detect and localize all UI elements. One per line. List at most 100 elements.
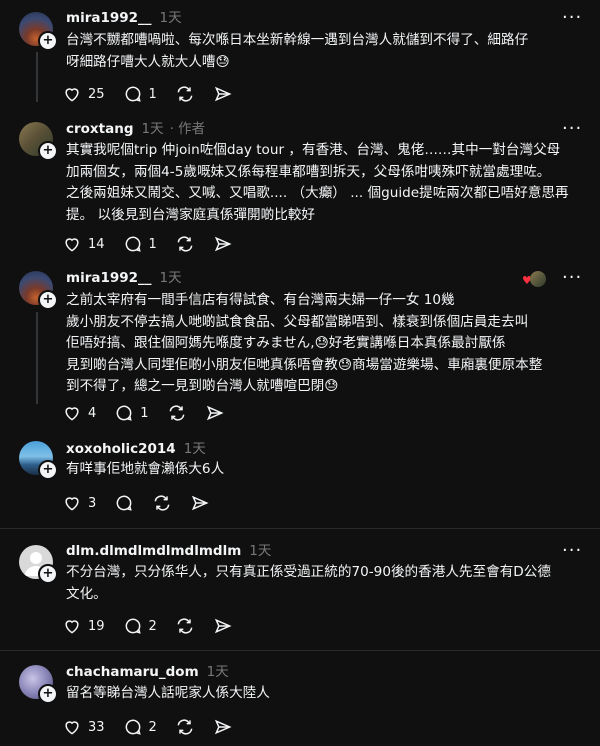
reply-button[interactable] <box>114 493 134 513</box>
liked-by-author-avatars: ♥ <box>522 271 546 289</box>
reply-button[interactable]: 1 <box>123 84 157 104</box>
share-icon <box>192 495 209 511</box>
like-button[interactable]: 14 <box>62 234 105 254</box>
repost-button[interactable] <box>175 717 195 737</box>
post-header: mira1992__ 1天 <box>66 9 182 27</box>
more-icon[interactable]: ··· <box>562 269 581 287</box>
repost-button[interactable] <box>175 234 195 254</box>
like-count: 3 <box>88 495 97 511</box>
reply-count: 1 <box>148 236 157 252</box>
repost-icon <box>177 86 193 102</box>
repost-icon <box>177 618 193 634</box>
author-tag: · 作者 <box>169 121 206 137</box>
repost-icon <box>154 495 170 511</box>
divider <box>0 528 600 529</box>
post-text: 留名等睇台灣人話呢家人係大陸人 <box>66 685 270 701</box>
post-actions: 19 2 <box>62 615 251 637</box>
like-count: 25 <box>88 86 105 102</box>
repost-icon <box>177 236 193 252</box>
post-actions: 3 <box>62 492 228 514</box>
like-button[interactable]: 19 <box>62 616 105 636</box>
reply-button[interactable]: 2 <box>123 616 157 636</box>
timestamp: 1天 <box>159 10 182 26</box>
share-icon <box>206 405 224 421</box>
share-icon <box>214 719 232 735</box>
heart-icon <box>65 721 79 735</box>
timestamp: 1天 <box>183 441 206 457</box>
username[interactable]: chachamaru_dom <box>66 664 199 680</box>
thread-line <box>36 52 38 102</box>
reply-button[interactable]: 1 <box>123 234 157 254</box>
reply-count: 1 <box>148 86 157 102</box>
follow-plus-icon[interactable]: + <box>38 460 58 480</box>
heart-icon <box>65 407 79 421</box>
heart-icon <box>65 238 79 252</box>
post-text: 其實我呢個trip 仲join咗個day tour ，有香港、台灣、鬼佬……其中… <box>66 142 569 223</box>
post-header: dlm.dlmdlmdlmdlmdlm 1天 <box>66 542 271 560</box>
username[interactable]: xoxoholic2014 <box>66 441 176 457</box>
share-icon <box>214 618 232 634</box>
username[interactable]: mira1992__ <box>66 270 152 286</box>
share-button[interactable] <box>213 84 233 104</box>
thread-line <box>36 312 38 404</box>
follow-plus-icon[interactable]: + <box>38 141 58 161</box>
timestamp: 1天 <box>159 270 182 286</box>
follow-plus-icon[interactable]: + <box>38 564 58 584</box>
comment-icon <box>125 86 141 102</box>
like-count: 14 <box>88 236 105 252</box>
post-text: 之前太宰府有一間手信店有得試食、有台灣兩夫婦一仔一女 10幾 歲小朋友不停去搞人… <box>66 292 543 394</box>
like-button[interactable]: 4 <box>62 403 96 423</box>
follow-plus-icon[interactable]: + <box>38 290 58 310</box>
comment-icon <box>125 618 141 634</box>
post-header: xoxoholic2014 1天 <box>66 440 206 458</box>
more-icon[interactable]: ··· <box>562 120 581 138</box>
repost-button[interactable] <box>175 84 195 104</box>
follow-plus-icon[interactable]: + <box>38 684 58 704</box>
post-actions: 4 1 <box>62 402 243 424</box>
share-icon <box>214 236 232 252</box>
reply-button[interactable]: 1 <box>114 403 149 423</box>
like-button[interactable]: 25 <box>62 84 105 104</box>
comment-icon <box>116 405 132 421</box>
like-count: 19 <box>88 618 105 634</box>
share-icon <box>214 86 232 102</box>
heart-icon <box>65 620 79 634</box>
username[interactable]: dlm.dlmdlmdlmdlmdlm <box>66 543 241 559</box>
comment-icon <box>125 719 141 735</box>
author-avatar-small <box>530 271 546 287</box>
post-header: croxtang 1天 · 作者 <box>66 120 205 138</box>
timestamp: 1天 <box>141 121 164 137</box>
reply-button[interactable]: 2 <box>123 717 157 737</box>
post-text: 不分台灣，只分係华人，只有真正係受過正統的70-90後的香港人先至會有D公德 文… <box>66 564 551 602</box>
post-actions: 33 2 <box>62 716 251 738</box>
share-button[interactable] <box>213 616 233 636</box>
post-text: 台灣不嬲都嘈喎啦、每次喺日本坐新幹線一遇到台灣人就儲到不得了、細路仔 呀細路仔嘈… <box>66 32 529 70</box>
repost-button[interactable] <box>175 616 195 636</box>
timestamp: 1天 <box>249 543 272 559</box>
share-button[interactable] <box>190 493 210 513</box>
username[interactable]: mira1992__ <box>66 10 152 26</box>
comment-icon <box>125 236 141 252</box>
repost-button[interactable] <box>167 403 187 423</box>
comment-icon <box>116 495 132 511</box>
repost-button[interactable] <box>152 493 172 513</box>
more-icon[interactable]: ··· <box>562 9 581 27</box>
like-count: 4 <box>88 405 97 421</box>
share-button[interactable] <box>213 234 233 254</box>
post-actions: 25 1 <box>62 83 251 105</box>
share-button[interactable] <box>213 717 233 737</box>
share-button[interactable] <box>205 403 225 423</box>
post-text: 有咩事佢地就會瀨係大6人 <box>66 461 225 477</box>
username[interactable]: croxtang <box>66 121 133 137</box>
follow-plus-icon[interactable]: + <box>38 31 58 51</box>
more-icon[interactable]: ··· <box>562 542 581 560</box>
repost-icon <box>169 405 184 421</box>
reply-count: 2 <box>148 618 157 634</box>
heart-icon <box>65 497 79 511</box>
post-header: mira1992__ 1天 <box>66 269 182 287</box>
like-button[interactable]: 3 <box>62 493 96 513</box>
like-button[interactable]: 33 <box>62 717 105 737</box>
post-header: chachamaru_dom 1天 <box>66 663 229 681</box>
repost-icon <box>177 719 193 735</box>
post-actions: 14 1 <box>62 233 251 255</box>
